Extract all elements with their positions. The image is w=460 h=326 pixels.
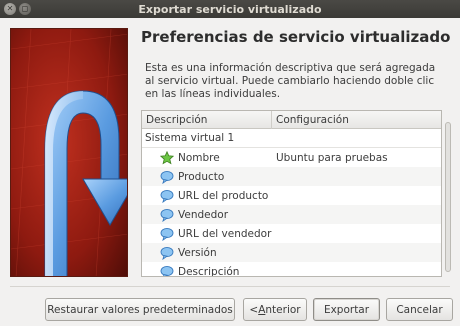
speech-bubble-icon <box>160 189 174 203</box>
maximize-icon[interactable]: ◻ <box>19 3 31 15</box>
table-row[interactable]: Versión <box>142 243 441 262</box>
table-row[interactable]: URL del vendedor <box>142 224 441 243</box>
page-description: Esta es una información descriptiva que … <box>145 62 436 100</box>
title-bar[interactable]: ✕ ◻ Exportar servicio virtualizado <box>0 0 460 18</box>
column-header-configuration[interactable]: Configuración <box>272 111 441 129</box>
table-row[interactable]: Nombre Ubuntu para pruebas <box>142 148 441 167</box>
row-label-url-producto: URL del producto <box>178 189 269 202</box>
export-arrow-icon <box>11 29 127 276</box>
back-button[interactable]: < Anterior <box>243 298 307 321</box>
restore-defaults-button[interactable]: Restaurar valores predeterminados <box>45 298 235 321</box>
tree-header: Descripción Configuración <box>142 111 441 129</box>
row-label-descripcion: Descripción <box>178 265 240 277</box>
page-title: Preferencias de servicio virtualizado <box>141 28 451 46</box>
speech-bubble-icon <box>160 246 174 260</box>
close-icon[interactable]: ✕ <box>4 3 16 15</box>
column-header-description[interactable]: Descripción <box>142 111 272 129</box>
table-row[interactable]: Descripción <box>142 262 441 277</box>
speech-bubble-icon <box>160 208 174 222</box>
cancel-button[interactable]: Cancelar <box>386 298 453 321</box>
button-separator <box>10 286 450 287</box>
speech-bubble-icon <box>160 170 174 184</box>
row-label-url-vendedor: URL del vendedor <box>178 227 272 240</box>
group-label: Sistema virtual 1 <box>145 132 235 144</box>
row-label-nombre: Nombre <box>178 151 220 164</box>
speech-bubble-icon <box>160 227 174 241</box>
row-label-vendedor: Vendedor <box>178 208 229 221</box>
speech-bubble-icon <box>160 265 174 276</box>
green-star-icon <box>160 150 174 164</box>
row-label-producto: Producto <box>178 170 225 183</box>
row-value-nombre[interactable]: Ubuntu para pruebas <box>272 152 441 164</box>
wizard-banner-image <box>10 28 128 277</box>
export-button[interactable]: Exportar <box>313 298 380 321</box>
table-row[interactable]: Producto <box>142 167 441 186</box>
row-label-version: Versión <box>178 246 217 259</box>
scrollbar-thumb[interactable] <box>445 122 451 272</box>
table-row[interactable]: URL del producto <box>142 186 441 205</box>
tree-scrollbar[interactable] <box>443 110 453 277</box>
table-row[interactable]: Vendedor <box>142 205 441 224</box>
appliance-settings-tree[interactable]: Descripción Configuración Sistema virtua… <box>141 110 442 277</box>
tree-group-row[interactable]: Sistema virtual 1 <box>142 129 441 148</box>
window-title: Exportar servicio virtualizado <box>138 2 322 16</box>
